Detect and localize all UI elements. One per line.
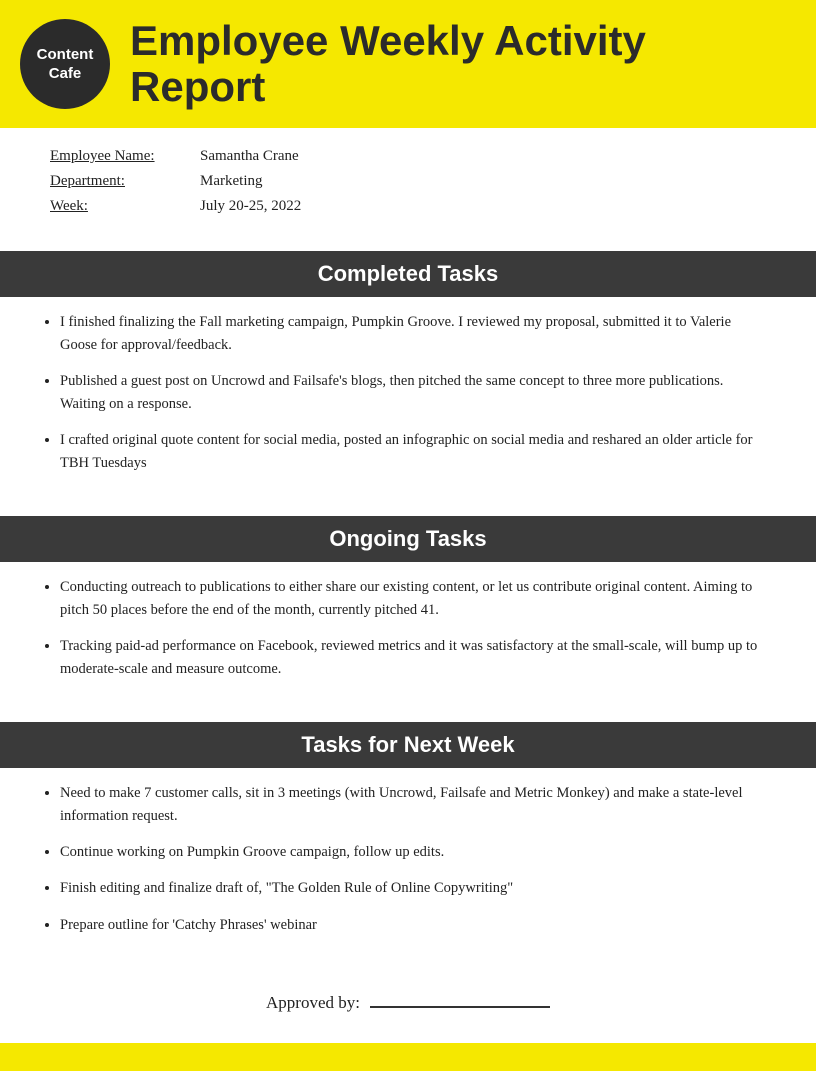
week-value: July 20-25, 2022 <box>200 198 301 215</box>
week-label: Week: <box>50 198 200 215</box>
list-item: Published a guest post on Uncrowd and Fa… <box>60 370 766 415</box>
footer-yellow-bar <box>0 1043 816 1071</box>
ongoing-tasks-list: Conducting outreach to publications to e… <box>0 562 816 704</box>
ongoing-tasks-header: Ongoing Tasks <box>0 516 816 562</box>
employee-name-row: Employee Name: Samantha Crane <box>50 148 766 165</box>
approved-by-line: Approved by: <box>266 990 550 1013</box>
company-logo: ContentCafe <box>20 19 110 109</box>
next-week-tasks-list: Need to make 7 customer calls, sit in 3 … <box>0 768 816 960</box>
list-item: Tracking paid-ad performance on Facebook… <box>60 635 766 680</box>
list-item: Continue working on Pumpkin Groove campa… <box>60 841 766 863</box>
approval-footer: Approved by: <box>0 980 816 1013</box>
completed-tasks-header: Completed Tasks <box>0 251 816 297</box>
list-item: Conducting outreach to publications to e… <box>60 576 766 621</box>
department-label: Department: <box>50 173 200 190</box>
next-week-tasks-header: Tasks for Next Week <box>0 722 816 768</box>
list-item: Need to make 7 customer calls, sit in 3 … <box>60 782 766 827</box>
approved-by-label: Approved by: <box>266 993 360 1013</box>
logo-text: ContentCafe <box>37 45 94 84</box>
list-item: I crafted original quote content for soc… <box>60 429 766 474</box>
completed-tasks-list: I finished finalizing the Fall marketing… <box>0 297 816 498</box>
employee-info: Employee Name: Samantha Crane Department… <box>0 128 816 233</box>
list-item: Finish editing and finalize draft of, "T… <box>60 877 766 899</box>
employee-name-value: Samantha Crane <box>200 148 299 165</box>
report-title: Employee Weekly Activity Report <box>130 18 786 110</box>
list-item: Prepare outline for 'Catchy Phrases' web… <box>60 914 766 936</box>
department-row: Department: Marketing <box>50 173 766 190</box>
page-header: ContentCafe Employee Weekly Activity Rep… <box>0 0 816 128</box>
approved-by-signature-line <box>370 990 550 1008</box>
employee-name-label: Employee Name: <box>50 148 200 165</box>
list-item: I finished finalizing the Fall marketing… <box>60 311 766 356</box>
department-value: Marketing <box>200 173 262 190</box>
week-row: Week: July 20-25, 2022 <box>50 198 766 215</box>
